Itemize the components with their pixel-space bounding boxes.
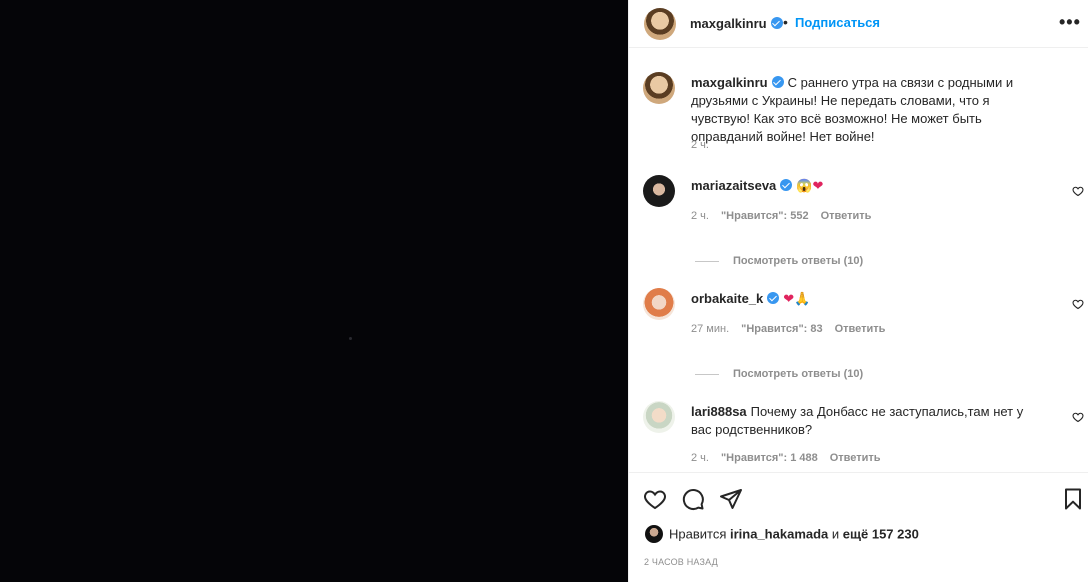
- pray-emoji: 🙏: [794, 291, 811, 306]
- comment-text: mariazaitseva 😱❤: [691, 177, 1031, 195]
- follow-button[interactable]: Подписаться: [795, 15, 880, 30]
- scream-emoji: 😱: [796, 178, 813, 193]
- commenter-username[interactable]: lari888sa: [691, 404, 747, 419]
- verified-icon: [780, 179, 793, 191]
- comment-meta: 27 мин. "Нравится": 83 Ответить: [691, 323, 897, 335]
- author-username[interactable]: maxgalkinru: [690, 16, 767, 31]
- commenter-avatar[interactable]: [643, 401, 675, 433]
- separator-dot: •: [783, 14, 788, 30]
- comment-likes[interactable]: "Нравится": 552: [721, 210, 809, 222]
- comment-likes[interactable]: "Нравится": 1 488: [721, 452, 818, 464]
- verified-icon: [767, 292, 780, 304]
- like-comment-heart-icon[interactable]: [1072, 411, 1084, 423]
- reply-button[interactable]: Ответить: [830, 452, 881, 464]
- author-avatar[interactable]: [644, 8, 676, 40]
- author-name[interactable]: maxgalkinru: [690, 15, 783, 31]
- comment-meta: 2 ч. "Нравится": 1 488 Ответить: [691, 452, 893, 464]
- more-icon[interactable]: •••: [1059, 12, 1081, 33]
- liker-username[interactable]: irina_hakamada: [730, 527, 828, 542]
- liked-by-and: и: [831, 526, 840, 542]
- likes-count-button[interactable]: ещё 157 230: [843, 527, 919, 542]
- post-media[interactable]: [0, 0, 628, 582]
- bookmark-icon[interactable]: [1061, 487, 1085, 511]
- comment-time[interactable]: 27 мин.: [691, 323, 729, 335]
- caption-text: maxgalkinru С раннего утра на связи с род…: [691, 74, 1031, 146]
- post-actions: Нравится irina_hakamada и ещё 157 230 2 …: [629, 472, 1088, 582]
- media-speck: [349, 337, 352, 340]
- comment-text: orbakaite_k ❤🙏: [691, 290, 1031, 308]
- liker-avatar[interactable]: [645, 525, 663, 543]
- verified-icon: [770, 17, 783, 29]
- post-panel: maxgalkinru • Подписаться ••• maxgalkinr…: [628, 0, 1088, 582]
- caption-avatar[interactable]: [643, 72, 675, 104]
- red-heart-emoji: ❤: [812, 178, 824, 193]
- view-replies-button[interactable]: Посмотреть ответы (10): [695, 368, 863, 380]
- commenter-avatar[interactable]: [643, 288, 675, 320]
- comment-time[interactable]: 2 ч.: [691, 210, 709, 222]
- view-replies-button[interactable]: Посмотреть ответы (10): [695, 255, 863, 267]
- commenter-username[interactable]: mariazaitseva: [691, 178, 776, 193]
- commenter-username[interactable]: orbakaite_k: [691, 291, 763, 306]
- reply-button[interactable]: Ответить: [821, 210, 872, 222]
- caption-username[interactable]: maxgalkinru: [691, 75, 768, 90]
- post-time-ago[interactable]: 2 ЧАСОВ НАЗАД: [644, 557, 718, 567]
- red-heart-emoji: ❤: [783, 291, 795, 306]
- liked-by: Нравится irina_hakamada и ещё 157 230: [645, 525, 919, 543]
- liked-by-prefix: Нравится: [669, 526, 727, 542]
- post-header: maxgalkinru • Подписаться •••: [629, 0, 1088, 48]
- comment-text: lari888sa Почему за Донбасс не заступалис…: [691, 403, 1031, 439]
- reply-button[interactable]: Ответить: [835, 323, 886, 335]
- comment-time[interactable]: 2 ч.: [691, 452, 709, 464]
- caption-meta: 2 ч.: [691, 139, 721, 151]
- comment-likes[interactable]: "Нравится": 83: [741, 323, 822, 335]
- verified-icon: [771, 76, 784, 88]
- like-comment-heart-icon[interactable]: [1072, 298, 1084, 310]
- caption-time[interactable]: 2 ч.: [691, 139, 709, 151]
- like-comment-heart-icon[interactable]: [1072, 185, 1084, 197]
- heart-icon[interactable]: [643, 487, 667, 511]
- commenter-avatar[interactable]: [643, 175, 675, 207]
- share-icon[interactable]: [719, 487, 743, 511]
- comment-icon[interactable]: [681, 487, 705, 511]
- comment-meta: 2 ч. "Нравится": 552 Ответить: [691, 210, 883, 222]
